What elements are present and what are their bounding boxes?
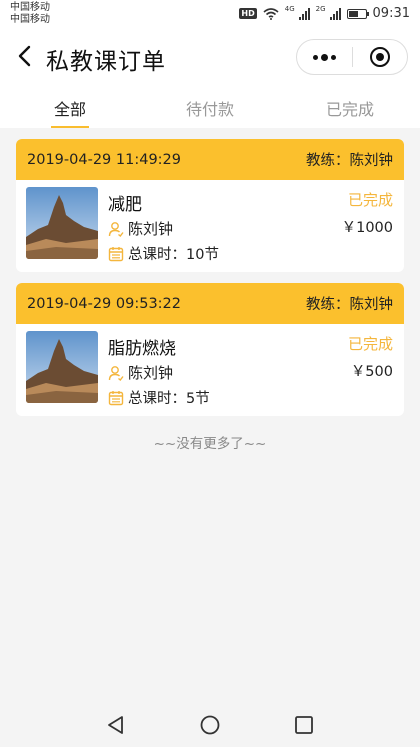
order-list: 2019-04-29 11:49:29 教练：陈刘钟 减肥 陈刘钟 总课时：10… (16, 139, 404, 427)
status-bar: 中国移动 中国移动 HD 4G 2G 09:31 (0, 0, 420, 30)
more-icon[interactable] (297, 40, 352, 74)
hd-badge: HD (239, 8, 257, 19)
back-icon[interactable] (14, 42, 38, 70)
home-circle-icon[interactable] (198, 713, 222, 737)
back-triangle-icon[interactable] (104, 713, 128, 737)
total-hours-row: 总课时：10节 (108, 243, 219, 264)
coach-row: 陈刘钟 (108, 218, 173, 239)
order-body: 减肥 陈刘钟 总课时：10节 已完成 ￥1000 (16, 180, 404, 272)
coach-icon (108, 365, 124, 381)
total-hours: 总课时：5节 (128, 391, 210, 407)
calendar-icon (108, 390, 124, 405)
page-title: 私教课订单 (46, 49, 166, 75)
order-status: 已完成 (347, 335, 393, 353)
tab-all[interactable]: 全部 (0, 84, 140, 128)
coach-name: 陈刘钟 (128, 220, 174, 238)
signal-icon (298, 7, 310, 20)
order-header: 2019-04-29 11:49:29 教练：陈刘钟 (16, 139, 404, 180)
carrier-label: 中国移动 (10, 2, 50, 13)
recents-square-icon[interactable] (292, 713, 316, 737)
order-tabs: 全部 待付款 已完成 (0, 84, 420, 128)
network-label: 4G (284, 4, 295, 13)
mini-program-capsule (296, 39, 408, 75)
order-header: 2019-04-29 09:53:22 教练：陈刘钟 (16, 283, 404, 324)
course-thumbnail (26, 187, 98, 259)
tab-completed[interactable]: 已完成 (280, 84, 420, 128)
coach-icon (108, 221, 124, 237)
total-hours-row: 总课时：5节 (108, 387, 210, 408)
order-card[interactable]: 2019-04-29 09:53:22 教练：陈刘钟 脂肪燃烧 陈刘钟 总课时：… (16, 283, 404, 416)
clock: 09:31 (372, 6, 410, 21)
order-body: 脂肪燃烧 陈刘钟 总课时：5节 已完成 ￥500 (16, 324, 404, 416)
order-coach-header: 教练：陈刘钟 (306, 297, 393, 313)
order-price: ￥500 (350, 364, 393, 380)
order-price: ￥1000 (341, 220, 393, 236)
total-hours: 总课时：10节 (128, 247, 219, 263)
battery-icon (346, 8, 369, 19)
order-datetime: 2019-04-29 11:49:29 (27, 151, 181, 168)
tab-pending-payment[interactable]: 待付款 (140, 84, 280, 128)
order-status: 已完成 (347, 191, 393, 209)
course-name: 减肥 (108, 195, 142, 215)
status-icons: HD 4G 2G 09:31 (239, 4, 410, 21)
calendar-icon (108, 246, 124, 261)
system-navigation-bar (0, 703, 420, 747)
course-name: 脂肪燃烧 (108, 339, 176, 359)
course-thumbnail (26, 331, 98, 403)
carrier-label: 中国移动 (10, 14, 50, 25)
network-label: 2G (315, 4, 326, 13)
order-coach-header: 教练：陈刘钟 (306, 153, 393, 169)
signal-icon (329, 7, 341, 20)
wifi-icon (263, 7, 279, 20)
coach-row: 陈刘钟 (108, 362, 173, 383)
navigation-bar: 私教课订单 (0, 30, 420, 84)
coach-name: 陈刘钟 (128, 364, 174, 382)
order-card[interactable]: 2019-04-29 11:49:29 教练：陈刘钟 减肥 陈刘钟 总课时：10… (16, 139, 404, 272)
close-icon[interactable] (353, 40, 407, 74)
carrier-info: 中国移动 中国移动 (10, 2, 50, 26)
no-more-text: ~~没有更多了~~ (153, 436, 267, 452)
order-datetime: 2019-04-29 09:53:22 (27, 295, 181, 312)
